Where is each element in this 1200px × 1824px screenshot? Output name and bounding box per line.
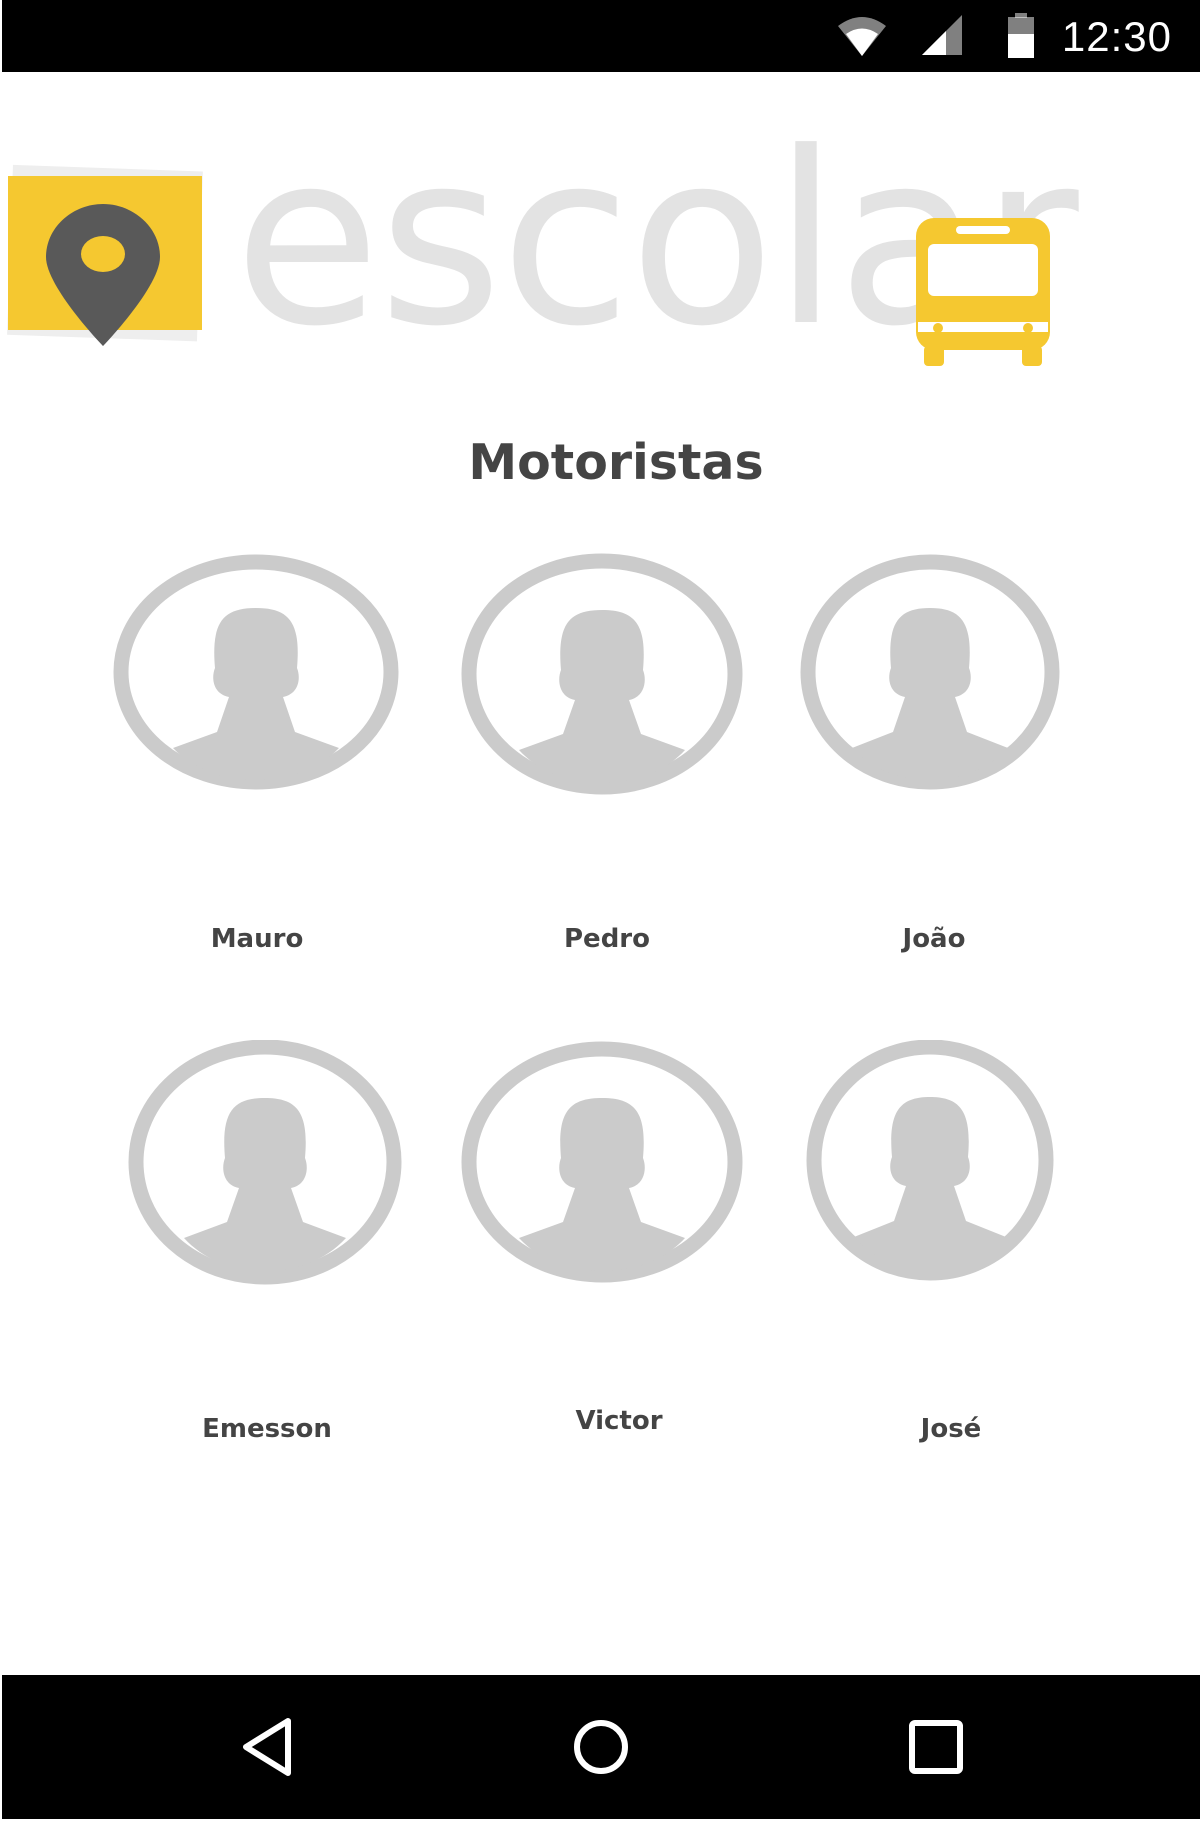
- driver-name: Victor: [575, 1406, 663, 1436]
- driver-name: José: [920, 1414, 982, 1444]
- app-logo: escolar: [2, 102, 1200, 422]
- avatar-icon: [806, 1040, 1054, 1281]
- home-button[interactable]: [561, 1711, 641, 1783]
- avatar-icon: [128, 1040, 402, 1285]
- navigation-bar: [2, 1675, 1200, 1819]
- driver-name: João: [902, 924, 966, 954]
- status-clock: 12:30: [1061, 13, 1172, 60]
- content-area: escolar Motoristas Mauro Pedro João Emes…: [2, 72, 1200, 1675]
- wifi-icon: [836, 12, 888, 60]
- avatar-icon: [800, 554, 1060, 790]
- school-bus-icon: [916, 218, 1050, 366]
- driver-name: Emesson: [202, 1414, 332, 1444]
- back-button[interactable]: [228, 1711, 308, 1783]
- battery-icon: [1006, 12, 1036, 60]
- recents-button[interactable]: [896, 1711, 976, 1783]
- avatar-icon: [461, 1041, 743, 1283]
- avatar-icon: [113, 554, 399, 790]
- driver-name: Pedro: [564, 924, 650, 954]
- cellular-signal-icon: [920, 12, 964, 60]
- status-bar: 12:30: [2, 0, 1200, 72]
- home-icon: [574, 1720, 628, 1774]
- avatar-icon: [461, 553, 743, 795]
- recents-icon: [909, 1720, 963, 1774]
- back-icon: [243, 1718, 291, 1776]
- page-title: Motoristas: [468, 434, 764, 491]
- driver-name: Mauro: [210, 924, 304, 954]
